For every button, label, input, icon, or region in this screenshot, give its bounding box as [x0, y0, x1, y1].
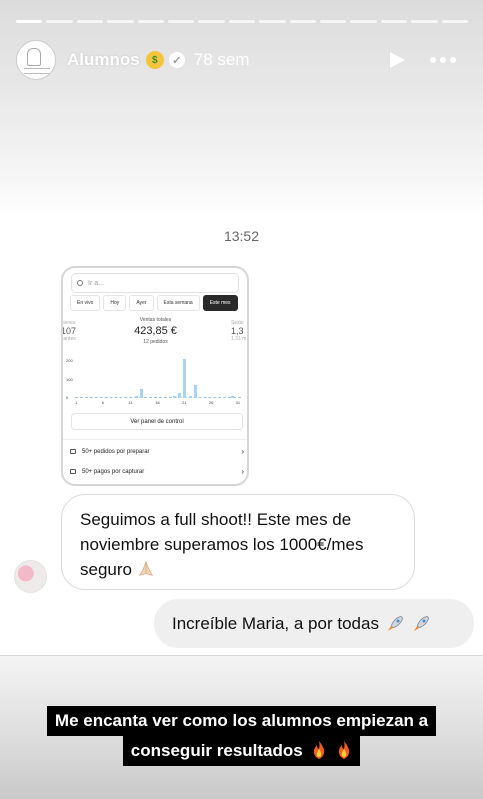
tab-hoy: Hoy	[103, 295, 127, 311]
right-metric-value: 1,3	[231, 326, 244, 336]
outgoing-message-bubble[interactable]: Increíble Maria, a por todas	[154, 599, 474, 648]
chart-bar	[177, 393, 181, 398]
total-sales-value: 423,85 €	[134, 325, 177, 337]
progress-segment	[259, 20, 286, 23]
tab-ayer: Ayer	[129, 295, 154, 311]
x-tick-label: 1	[75, 400, 78, 405]
total-sales-label: Ventas totales	[139, 317, 172, 323]
screenshot-period-tabs: En vivo Hoy Ayer Esta semana Este mes	[70, 295, 238, 311]
incoming-message-bubble[interactable]: Seguimos a full shoot!! Este mes de novi…	[61, 494, 415, 590]
x-tick-label: 11	[128, 400, 133, 405]
progress-segment	[198, 20, 225, 23]
progress-segment	[46, 20, 73, 23]
tab-en-vivo: En vivo	[70, 295, 101, 311]
chart-bar	[140, 389, 144, 398]
progress-segment	[168, 20, 195, 23]
shared-screenshot-image[interactable]: Ir a... En vivo Hoy Ayer Esta semana Est…	[61, 266, 249, 486]
rocket-icon	[387, 615, 403, 631]
screenshot-search-bar: Ir a...	[71, 273, 239, 293]
story-progress-bar	[16, 20, 469, 23]
screenshot-divider	[63, 439, 247, 440]
verified-badge-icon: ✓	[168, 52, 185, 68]
y-tick-label: 200	[66, 358, 73, 363]
chart-baseline	[75, 397, 241, 398]
progress-segment	[441, 20, 469, 23]
sender-avatar[interactable]	[14, 560, 47, 593]
sales-bar-chart	[75, 358, 241, 398]
money-face-emoji-icon: $	[145, 51, 164, 69]
chevron-right-icon: ›	[241, 467, 244, 476]
story-time-ago: 78 sem	[193, 50, 250, 69]
y-tick-label: 0	[66, 395, 69, 400]
box-icon	[70, 449, 76, 454]
sessions-value: 107	[61, 326, 77, 336]
chart-bar	[183, 359, 187, 398]
progress-segment	[411, 20, 438, 23]
right-metric-partial: Sesio 1,3 1,31 m	[231, 320, 246, 342]
x-tick-label: 31	[235, 400, 241, 405]
chart-bar	[193, 385, 197, 398]
incoming-message-text: Seguimos a full shoot!! Este mes de novi…	[80, 510, 364, 579]
payments-to-capture-row: 50+ pagos por capturar ›	[70, 467, 244, 476]
search-icon	[77, 280, 83, 286]
caption-line-2: conseguir resultados	[122, 736, 361, 766]
orders-to-prepare-row: 50+ pedidos por preparar ›	[70, 447, 244, 456]
tab-este-mes: Este mes	[202, 295, 238, 311]
payments-to-capture-label: 50+ pagos por capturar	[82, 468, 145, 475]
praying-hands-icon	[138, 560, 153, 576]
chart-bar	[135, 395, 139, 398]
caption-line-2-text: conseguir resultados	[130, 741, 303, 760]
chevron-right-icon: ›	[241, 447, 244, 456]
x-tick-label: 21	[182, 400, 187, 405]
progress-segment	[289, 20, 317, 23]
progress-segment	[380, 20, 408, 23]
progress-segment	[137, 20, 165, 23]
more-options-icon[interactable]	[430, 57, 456, 63]
x-tick-label: 6	[101, 400, 104, 405]
fire-icon	[314, 741, 325, 759]
story-header: Alumnos $ ✓ 78 sem	[16, 40, 468, 80]
progress-segment	[228, 20, 256, 23]
chat-timestamp: 13:52	[223, 228, 260, 244]
y-tick-label: 100	[66, 377, 73, 382]
total-sales-metric: Ventas totales 423,85 € 12 pedidos	[108, 317, 203, 345]
tab-esta-semana: Esta semana	[156, 295, 200, 311]
progress-segment	[350, 20, 377, 23]
fire-icon	[339, 741, 350, 759]
progress-segment	[320, 20, 347, 23]
progress-segment	[16, 20, 43, 23]
story-username[interactable]: Alumnos	[67, 50, 140, 70]
chart-bar	[231, 395, 235, 398]
sessions-sub: itantes	[61, 336, 76, 342]
play-icon[interactable]	[390, 52, 405, 68]
outgoing-message-text: Increíble Maria, a por todas	[172, 613, 379, 633]
rocket-icon	[413, 615, 429, 631]
card-icon	[70, 469, 76, 474]
chart-bar	[172, 396, 176, 398]
view-dashboard-button: Ver panel de control	[71, 413, 243, 430]
progress-segment	[107, 20, 134, 23]
x-tick-label: 26	[208, 400, 214, 405]
search-placeholder: Ir a...	[88, 279, 104, 287]
story-caption: Me encanta ver como los alumnos empiezan…	[0, 706, 483, 766]
right-metric-sub: 1,31 m	[231, 336, 247, 342]
caption-line-1: Me encanta ver como los alumnos empiezan…	[46, 706, 437, 736]
orders-to-prepare-label: 50+ pedidos por preparar	[82, 448, 150, 455]
progress-segment	[76, 20, 104, 23]
orders-count: 12 pedidos	[143, 339, 168, 345]
story-top-shade	[0, 0, 483, 215]
sessions-metric-partial: siones 107 itantes	[61, 320, 77, 342]
chart-bar	[188, 396, 192, 398]
profile-avatar[interactable]	[16, 40, 56, 80]
x-tick-label: 16	[155, 400, 160, 405]
